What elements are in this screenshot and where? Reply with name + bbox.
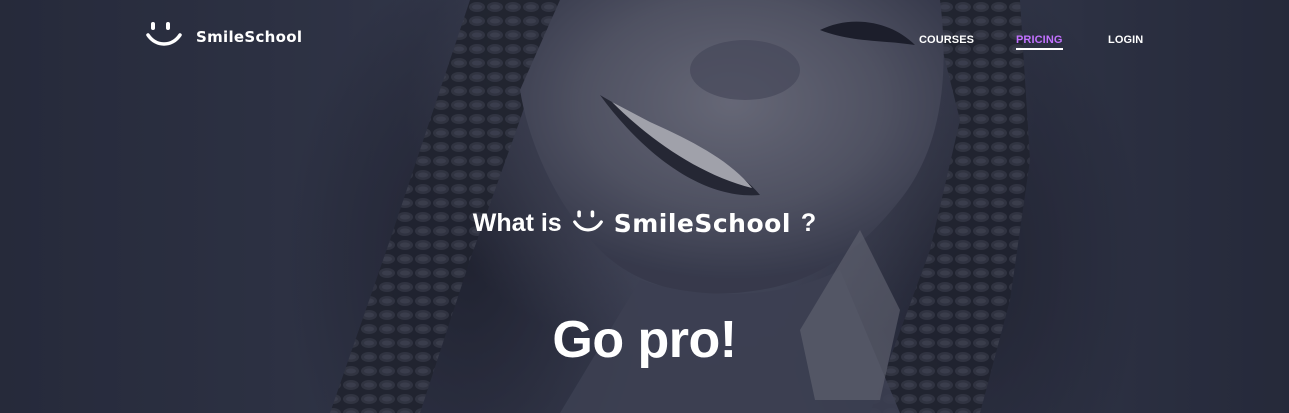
question-prefix: What is xyxy=(472,209,562,237)
nav-links: COURSES PRICING LOGIN xyxy=(0,34,1289,54)
question-brand-name: SmileSchool xyxy=(613,209,791,238)
nav-link-pricing[interactable]: PRICING xyxy=(1016,34,1063,50)
hero-question: What is SmileSchool ? xyxy=(0,208,1289,239)
nav-link-login[interactable]: LOGIN xyxy=(1108,34,1143,46)
nav-link-courses[interactable]: COURSES xyxy=(919,34,974,46)
hero-section: SmileSchool COURSES PRICING LOGIN What i… xyxy=(0,0,1289,413)
question-mark: ? xyxy=(800,209,817,237)
smile-icon xyxy=(572,208,604,239)
page-title: Go pro! xyxy=(552,311,737,369)
top-navbar: SmileSchool COURSES PRICING LOGIN xyxy=(0,0,1289,80)
